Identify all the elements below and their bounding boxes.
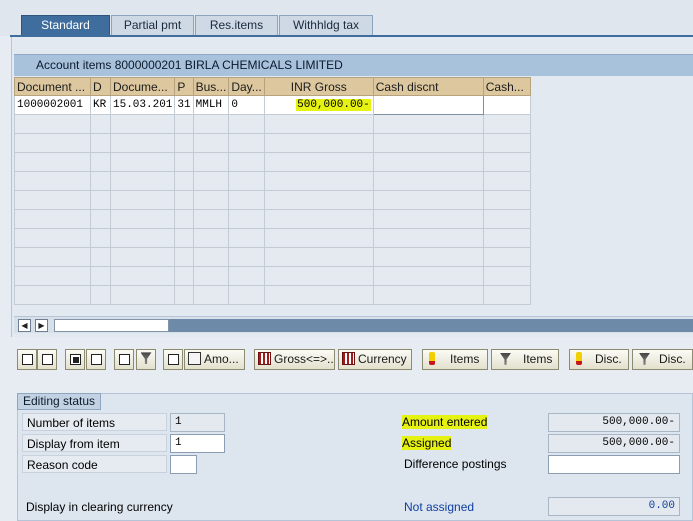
reason-code-label: Reason code xyxy=(22,455,167,473)
filter-exclamation-icon xyxy=(500,352,511,365)
currency-button[interactable]: Currency xyxy=(338,349,412,370)
cell-d[interactable]: KR xyxy=(90,95,111,115)
account-items-caption: Account items 8000000201 BIRLA CHEMICALS… xyxy=(14,54,693,76)
cell-cash-discnt-input[interactable] xyxy=(372,95,484,115)
col-header-d[interactable]: D xyxy=(90,77,111,96)
deactivate-items-button[interactable] xyxy=(86,349,106,370)
editing-status-title: Editing status xyxy=(17,393,101,410)
currency-icon xyxy=(342,352,355,366)
tab-res-items[interactable]: Res.items xyxy=(195,15,278,35)
display-from-item-label: Display from item xyxy=(22,434,167,452)
items-button-1[interactable]: Items xyxy=(422,349,488,370)
table-row xyxy=(14,247,531,267)
filter-exclamation-icon xyxy=(639,352,650,365)
amount-button-label: Amo... xyxy=(204,352,239,366)
cell-p[interactable]: 31 xyxy=(174,95,194,115)
table-row xyxy=(14,114,531,134)
select-all-icon xyxy=(22,354,33,365)
binoculars-next-icon xyxy=(188,352,201,366)
items-button-1-label: Items xyxy=(450,352,480,366)
gross-net-button-label: Gross<=>... xyxy=(274,352,335,366)
table-header-row: Document ... D Docume... P Bus... Day...… xyxy=(14,77,531,96)
scroll-thumb[interactable] xyxy=(54,319,169,332)
number-of-items-label: Number of items xyxy=(22,413,167,431)
gross-value: 500,000.00- xyxy=(296,99,371,111)
display-clearing-currency-label: Display in clearing currency xyxy=(26,500,173,514)
exclamation-icon xyxy=(576,352,582,366)
disc-button-1-label: Disc. xyxy=(595,352,622,366)
account-items-table: Document ... D Docume... P Bus... Day...… xyxy=(14,77,531,305)
col-header-bus[interactable]: Bus... xyxy=(192,77,230,96)
find-button[interactable] xyxy=(163,349,183,370)
amount-button[interactable]: Amo... xyxy=(184,349,245,370)
cell-bus[interactable]: MMLH xyxy=(192,95,230,115)
number-of-items-field: 1 xyxy=(170,413,225,432)
not-assigned-label: Not assigned xyxy=(404,500,475,514)
cell-cash[interactable] xyxy=(482,95,531,115)
table-row xyxy=(14,266,531,286)
table-row xyxy=(14,209,531,229)
scroll-right-icon[interactable]: ▶ xyxy=(35,319,48,332)
currency-button-label: Currency xyxy=(358,352,407,366)
col-header-doc-date[interactable]: Docume... xyxy=(109,77,176,96)
amount-entered-label: Amount entered xyxy=(402,415,488,429)
table-row[interactable]: 1000002001 KR 15.03.201 31 MMLH 0 500,00… xyxy=(14,95,531,115)
table-row xyxy=(14,190,531,210)
col-header-document[interactable]: Document ... xyxy=(14,77,91,96)
table-row xyxy=(14,228,531,248)
scroll-left-icon[interactable]: ◀ xyxy=(18,319,31,332)
gross-net-button[interactable]: Gross<=>... xyxy=(254,349,335,370)
deselect-all-icon xyxy=(42,354,53,365)
display-from-item-input[interactable]: 1 xyxy=(170,434,225,453)
tab-partial-pmt[interactable]: Partial pmt xyxy=(111,15,194,35)
tab-withholding-tax[interactable]: Withhldg tax xyxy=(279,15,373,35)
col-header-inr-gross[interactable]: INR Gross xyxy=(263,77,374,96)
col-header-cash[interactable]: Cash... xyxy=(482,77,531,96)
tab-standard[interactable]: Standard xyxy=(21,15,110,36)
scroll-track[interactable] xyxy=(169,319,693,332)
cell-day[interactable]: 0 xyxy=(228,95,265,115)
col-header-p[interactable]: P xyxy=(174,77,194,96)
cell-document[interactable]: 1000002001 xyxy=(14,95,91,115)
col-header-day[interactable]: Day... xyxy=(228,77,265,96)
sort-button[interactable] xyxy=(114,349,134,370)
gross-net-icon xyxy=(258,352,271,366)
amount-entered-field: 500,000.00- xyxy=(548,413,680,432)
items-button-2[interactable]: Items xyxy=(491,349,559,370)
sort-icon xyxy=(119,354,130,365)
select-all-button[interactable] xyxy=(17,349,37,370)
deactivate-items-icon xyxy=(91,354,102,365)
reason-code-input[interactable] xyxy=(170,455,197,474)
disc-button-1[interactable]: Disc. xyxy=(569,349,629,370)
not-assigned-field: 0.00 xyxy=(548,497,680,516)
horizontal-scrollbar[interactable]: ◀ ▶ xyxy=(14,316,693,333)
filter-icon xyxy=(140,352,152,365)
cell-inr-gross[interactable]: 500,000.00- xyxy=(263,95,374,115)
binoculars-icon xyxy=(168,354,179,365)
difference-postings-label: Difference postings xyxy=(404,457,507,471)
filter-button[interactable] xyxy=(136,349,156,370)
table-row xyxy=(14,133,531,153)
disc-button-2[interactable]: Disc. xyxy=(632,349,693,370)
items-button-2-label: Items xyxy=(523,352,553,366)
col-header-cash-discnt[interactable]: Cash discnt xyxy=(372,77,484,96)
cell-doc-date[interactable]: 15.03.201 xyxy=(109,95,176,115)
table-row xyxy=(14,285,531,305)
exclamation-icon xyxy=(429,352,435,366)
difference-postings-input[interactable] xyxy=(548,455,680,474)
table-row xyxy=(14,152,531,172)
tab-bar: Standard Partial pmt Res.items Withhldg … xyxy=(0,0,693,36)
assigned-label: Assigned xyxy=(402,436,452,450)
deselect-all-button[interactable] xyxy=(37,349,57,370)
assigned-field: 500,000.00- xyxy=(548,434,680,453)
activate-items-button[interactable] xyxy=(65,349,85,370)
disc-button-2-label: Disc. xyxy=(659,352,686,366)
table-row xyxy=(14,171,531,191)
